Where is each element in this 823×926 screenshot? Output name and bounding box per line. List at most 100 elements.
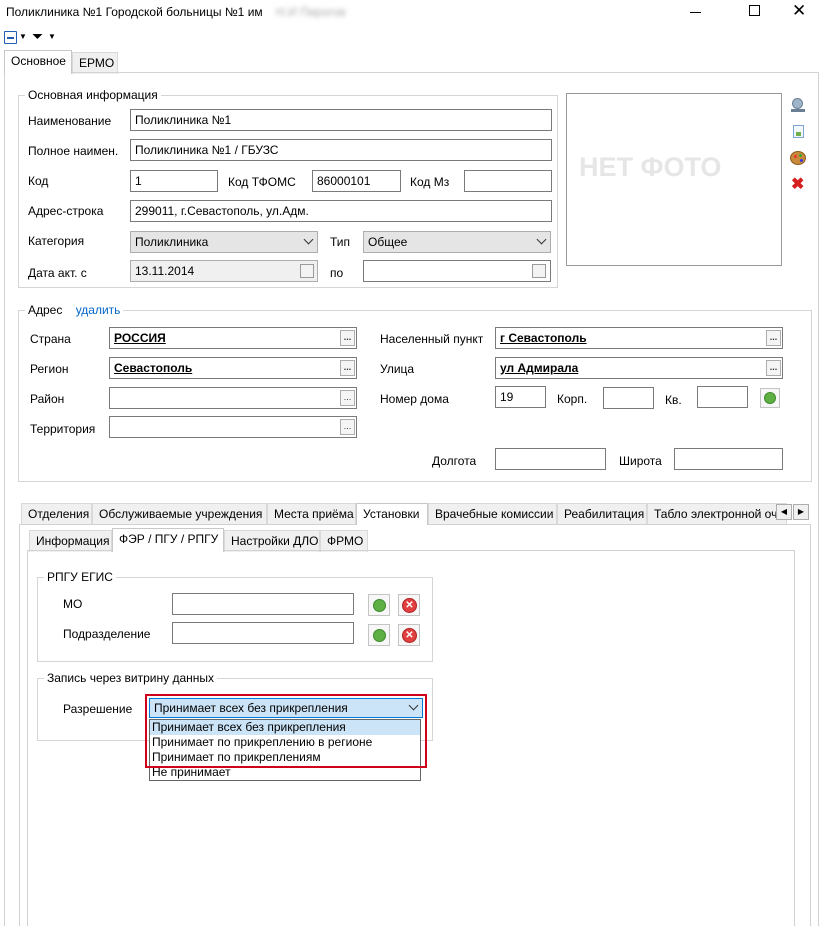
section-tabs: Отделения Обслуживаемые учреждения Места… <box>19 503 819 525</box>
code-field[interactable]: 1 <box>130 170 218 192</box>
close-button[interactable]: ✕ <box>792 2 806 19</box>
date-to-field[interactable] <box>363 260 551 282</box>
chevron-down-icon <box>536 234 547 245</box>
longitude-label: Долгота <box>432 454 477 468</box>
name-label: Наименование <box>28 114 112 128</box>
tab-electronic-queue[interactable]: Табло электронной оч <box>647 503 787 525</box>
tab-departments[interactable]: Отделения <box>21 503 92 525</box>
country-value: РОССИЯ <box>114 331 166 345</box>
subdivision-refresh-button[interactable] <box>368 624 390 646</box>
subdivision-clear-button[interactable]: ✕ <box>398 624 420 646</box>
category-select-value: Поликлиника <box>135 235 209 249</box>
district-field[interactable]: ... <box>109 387 357 409</box>
tab-scroll-left[interactable]: ◀ <box>776 504 792 520</box>
option-accepts-all[interactable]: Принимает всех без прикрепления <box>150 720 420 735</box>
webcam-icon[interactable] <box>790 97 806 113</box>
building-label: Корп. <box>557 392 588 406</box>
photo-box: НЕТ ФОТО <box>566 93 782 266</box>
main-tabs: Основное ЕРМО <box>4 50 819 74</box>
region-label: Регион <box>30 362 69 376</box>
fullname-field[interactable]: Поликлиника №1 / ГБУЗС <box>130 139 552 161</box>
settlement-value: г Севастополь <box>500 331 587 345</box>
apartment-field[interactable] <box>697 386 748 408</box>
tab-frmo[interactable]: ФРМО <box>320 530 368 552</box>
street-label: Улица <box>380 362 415 376</box>
address-title: Адрес удалить <box>25 303 124 317</box>
tab-ermo[interactable]: ЕРМО <box>72 52 118 74</box>
address-delete-link[interactable]: удалить <box>76 303 121 317</box>
address-string-label: Адрес-строка <box>28 204 104 218</box>
mz-label: Код Мз <box>410 175 450 189</box>
tfoms-field[interactable]: 86000101 <box>312 170 401 192</box>
settlement-picker-button[interactable]: ... <box>766 330 781 346</box>
address-string-field[interactable]: 299011, г.Севастополь, ул.Адм. <box>130 200 552 222</box>
maximize-button[interactable] <box>749 5 760 16</box>
filter-icon[interactable]: ⏷ <box>32 28 43 44</box>
region-field[interactable]: Севастополь ... <box>109 357 357 379</box>
tab-served-institutions[interactable]: Обслуживаемые учреждения <box>92 503 267 525</box>
tab-medical-commissions[interactable]: Врачебные комиссии <box>428 503 557 525</box>
mz-field[interactable] <box>464 170 552 192</box>
settlement-field[interactable]: г Севастополь ... <box>495 327 783 349</box>
clear-icon: ✕ <box>402 628 417 643</box>
category-label: Категория <box>28 234 85 248</box>
mo-field[interactable] <box>172 593 354 615</box>
refresh-address-button[interactable] <box>760 388 780 408</box>
palette-icon[interactable] <box>790 151 806 165</box>
permission-select[interactable]: Принимает всех без прикрепления <box>149 698 423 718</box>
territory-picker-button[interactable]: ... <box>340 419 355 435</box>
category-select[interactable]: Поликлиника <box>130 231 318 253</box>
street-field[interactable]: ул Адмирала ... <box>495 357 783 379</box>
country-picker-button[interactable]: ... <box>340 330 355 346</box>
permission-select-value: Принимает всех без прикрепления <box>154 701 348 715</box>
house-field[interactable]: 19 <box>495 386 546 408</box>
tab-reception-places[interactable]: Места приёма <box>267 503 356 525</box>
type-select[interactable]: Общее <box>363 231 551 253</box>
tab-scroll-right[interactable]: ▶ <box>793 504 809 520</box>
vitrina-title: Запись через витрину данных <box>44 671 218 685</box>
subdivision-label: Подразделение <box>63 627 151 641</box>
longitude-field[interactable] <box>495 448 606 470</box>
region-picker-button[interactable]: ... <box>340 360 355 376</box>
subdivision-field[interactable] <box>172 622 354 644</box>
fullname-label: Полное наимен. <box>28 144 119 158</box>
export-icon[interactable] <box>4 31 17 44</box>
chevron-down-icon <box>408 700 419 711</box>
building-field[interactable] <box>603 387 654 409</box>
date-to-label: по <box>330 266 344 280</box>
option-accepts-attachments[interactable]: Принимает по прикреплениям <box>150 750 420 765</box>
street-picker-button[interactable]: ... <box>766 360 781 376</box>
mo-clear-button[interactable]: ✕ <box>398 594 420 616</box>
chevron-down-icon <box>303 234 314 245</box>
tab-information[interactable]: Информация <box>29 530 112 552</box>
territory-field[interactable]: ... <box>109 416 357 438</box>
delete-photo-icon[interactable]: ✖ <box>791 177 804 193</box>
tab-settings[interactable]: Установки <box>356 503 428 525</box>
tab-rehabilitation[interactable]: Реабилитация <box>557 503 647 525</box>
country-field[interactable]: РОССИЯ ... <box>109 327 357 349</box>
country-label: Страна <box>30 332 71 346</box>
tab-dlo-settings[interactable]: Настройки ДЛО <box>224 530 320 552</box>
open-file-icon[interactable] <box>793 125 804 138</box>
district-picker-button[interactable]: ... <box>340 390 355 406</box>
mo-refresh-button[interactable] <box>368 594 390 616</box>
sub-tabs: Информация ФЭР / ПГУ / РПГУ Настройки ДЛ… <box>27 528 427 552</box>
date-from-field[interactable]: 13.11.2014 <box>130 260 318 282</box>
refresh-icon <box>764 392 776 404</box>
tab-fer-pgu-rpgu[interactable]: ФЭР / ПГУ / РПГУ <box>112 528 224 552</box>
region-value: Севастополь <box>114 361 193 375</box>
option-not-accepts[interactable]: Не принимает <box>150 765 420 780</box>
latitude-field[interactable] <box>674 448 783 470</box>
refresh-icon <box>373 629 386 642</box>
option-accepts-region[interactable]: Принимает по прикреплению в регионе <box>150 735 420 750</box>
date-to-checkbox[interactable] <box>532 264 546 278</box>
export-dropdown-icon[interactable]: ▼ <box>19 32 27 41</box>
tab-main[interactable]: Основное <box>4 50 72 74</box>
filter-dropdown-icon[interactable]: ▼ <box>48 32 56 41</box>
window-title: Поликлиника №1 Городской больницы №1 им <box>6 5 263 19</box>
refresh-icon <box>373 599 386 612</box>
date-from-checkbox[interactable] <box>300 264 314 278</box>
photo-placeholder: НЕТ ФОТО <box>579 152 722 182</box>
name-field[interactable]: Поликлиника №1 <box>130 109 552 131</box>
minimize-button[interactable] <box>690 12 701 13</box>
